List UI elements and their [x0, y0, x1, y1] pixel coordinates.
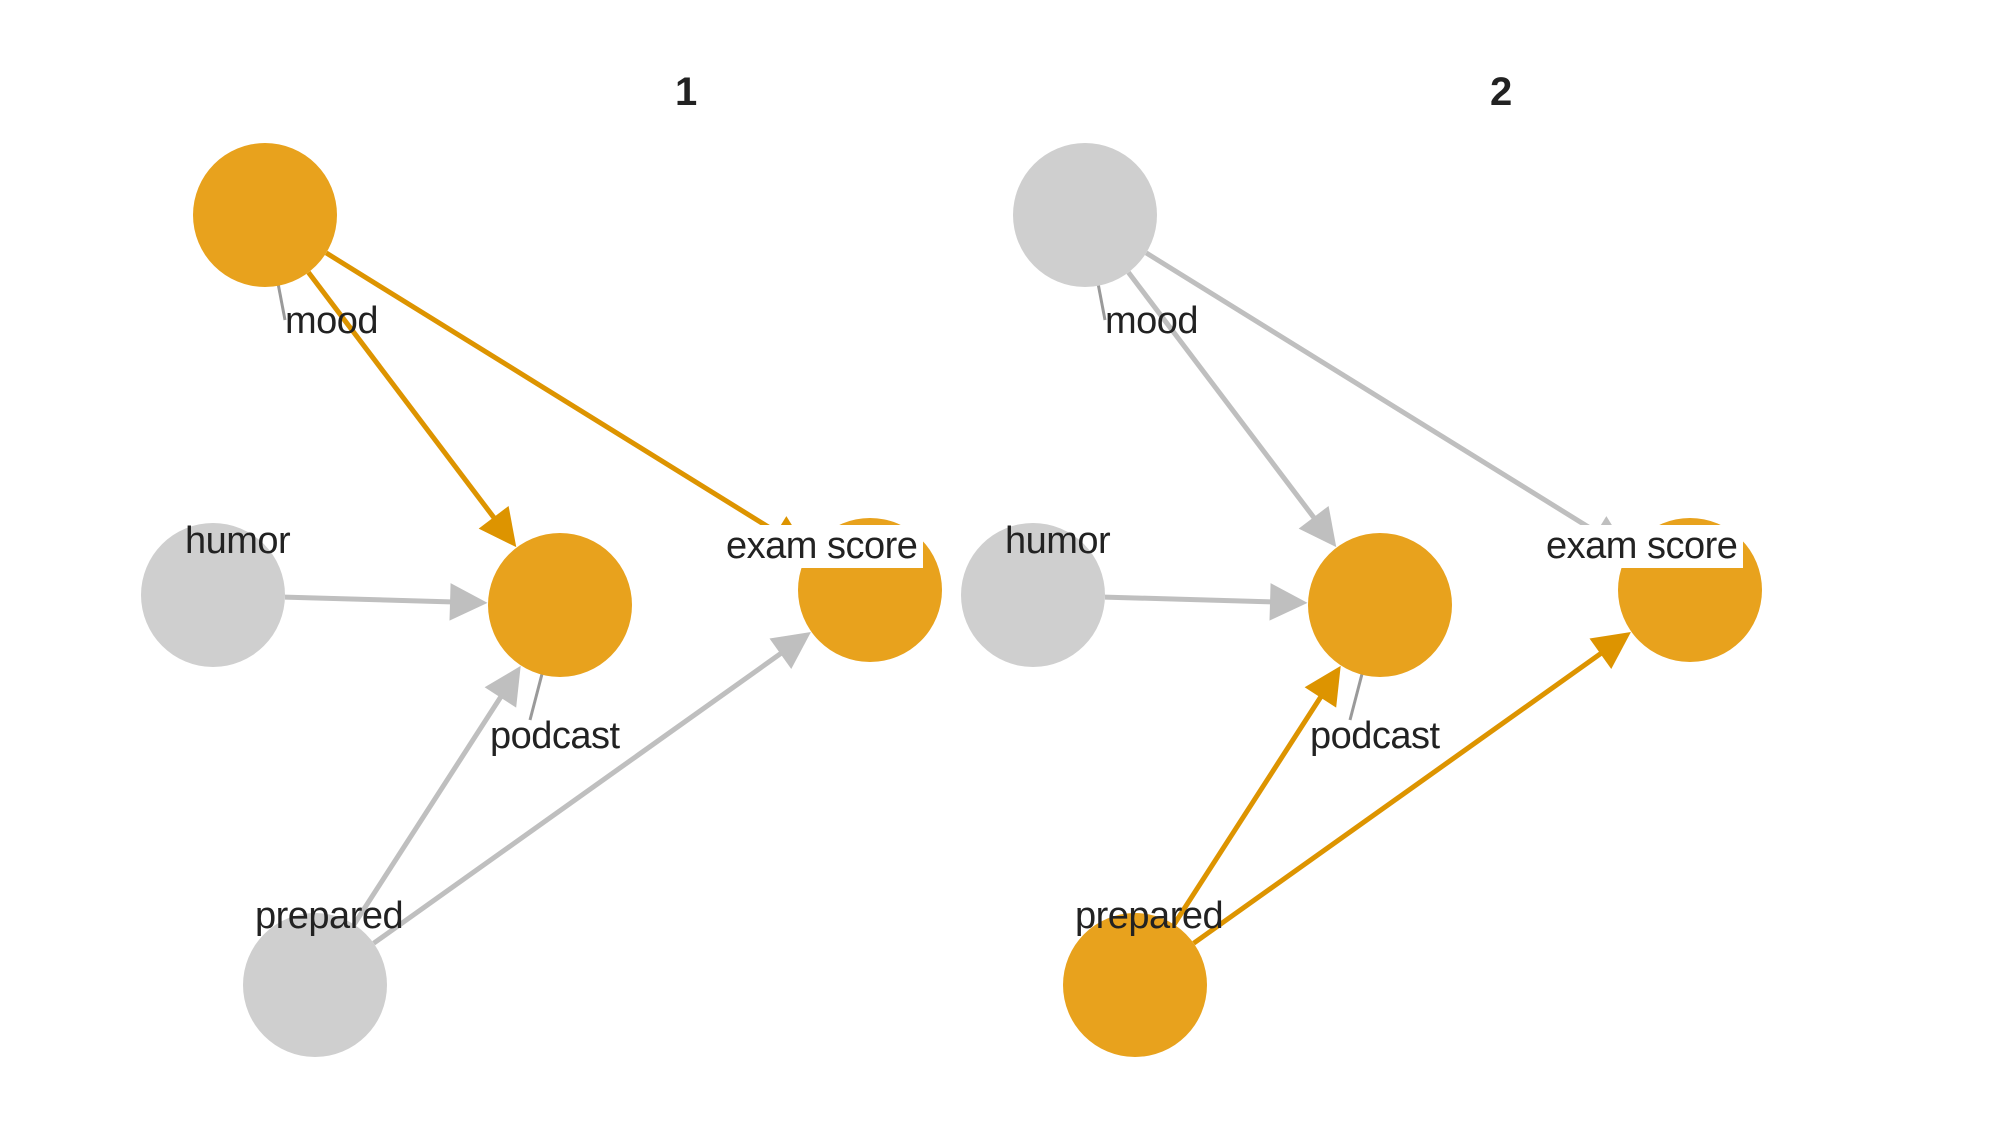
d1-label-podcast: podcast — [490, 715, 620, 758]
causal-diagrams-svg — [0, 0, 2000, 1140]
d2-label-prepared: prepared — [1075, 895, 1223, 938]
d2-label-mood: mood — [1105, 300, 1198, 343]
d2-edge-prepared-to-podcast — [1174, 672, 1337, 924]
d1-node-podcast — [488, 533, 632, 677]
d2-edge-mood-to-exam — [1146, 253, 1622, 548]
d1-edge-mood-to-exam — [326, 253, 802, 548]
d1-node-mood — [193, 143, 337, 287]
d2-leader-mood — [1097, 280, 1105, 320]
d1-leader-mood — [277, 280, 285, 320]
d2-leader-podcast — [1350, 669, 1363, 720]
d2-node-podcast — [1308, 533, 1452, 677]
d1-edge-humor-to-podcast — [285, 597, 480, 603]
diagram-1-title: 1 — [675, 70, 696, 115]
d2-label-exam: exam score — [1540, 525, 1743, 568]
d2-edge-humor-to-podcast — [1105, 597, 1300, 603]
d2-label-humor: humor — [1005, 520, 1110, 563]
d1-label-mood: mood — [285, 300, 378, 343]
d1-edge-prepared-to-podcast — [354, 672, 517, 924]
d1-leader-podcast — [530, 669, 543, 720]
d2-label-podcast: podcast — [1310, 715, 1440, 758]
d2-node-mood — [1013, 143, 1157, 287]
diagram-2-title: 2 — [1490, 70, 1511, 115]
d1-label-prepared: prepared — [255, 895, 403, 938]
d1-label-humor: humor — [185, 520, 290, 563]
d1-label-exam: exam score — [720, 525, 923, 568]
